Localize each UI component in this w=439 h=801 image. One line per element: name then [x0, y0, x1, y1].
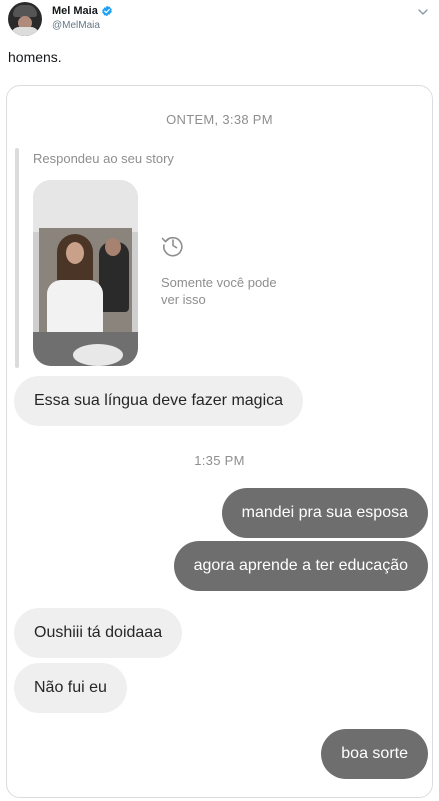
verified-badge-icon	[102, 5, 112, 17]
avatar-shirt	[11, 27, 39, 36]
story-caption: Respondeu ao seu story	[33, 151, 174, 166]
story-person-1-face	[66, 242, 84, 264]
story-reply: Respondeu ao seu story	[15, 148, 315, 368]
handle[interactable]: @MelMaia	[52, 20, 100, 31]
story-thumbnail[interactable]	[33, 180, 138, 366]
message-outgoing[interactable]: boa sorte	[321, 729, 428, 779]
story-sink	[73, 344, 123, 366]
story-person-2-face	[105, 238, 121, 256]
story-ceiling	[33, 180, 138, 232]
display-name[interactable]: Mel Maia	[52, 5, 98, 17]
message-incoming[interactable]: Essa sua língua deve fazer magica	[14, 376, 304, 426]
message-incoming[interactable]: Oushiii tá doidaaa	[14, 608, 183, 658]
avatar[interactable]	[8, 2, 42, 36]
story-notice: Somente você pode ver isso	[161, 275, 277, 307]
chevron-down-icon[interactable]	[417, 6, 429, 18]
name-row: Mel Maia	[52, 5, 113, 17]
chat-timestamp: 1:35 PM	[194, 453, 245, 468]
tweet-header: Mel Maia @MelMaia	[0, 0, 439, 42]
history-icon	[161, 236, 183, 257]
message-outgoing[interactable]: agora aprende a ter educação	[173, 541, 428, 591]
tweet-text: homens.	[8, 49, 62, 65]
message-outgoing[interactable]: mandei pra sua esposa	[221, 488, 428, 538]
chat-timestamp: ONTEM, 3:38 PM	[166, 112, 273, 127]
story-reply-bar	[15, 148, 19, 368]
tweet-media-card[interactable]: ONTEM, 3:38 PM Respondeu ao seu story So…	[6, 85, 433, 798]
message-incoming[interactable]: Não fui eu	[14, 663, 127, 713]
story-person-1-hoodie	[47, 280, 103, 336]
